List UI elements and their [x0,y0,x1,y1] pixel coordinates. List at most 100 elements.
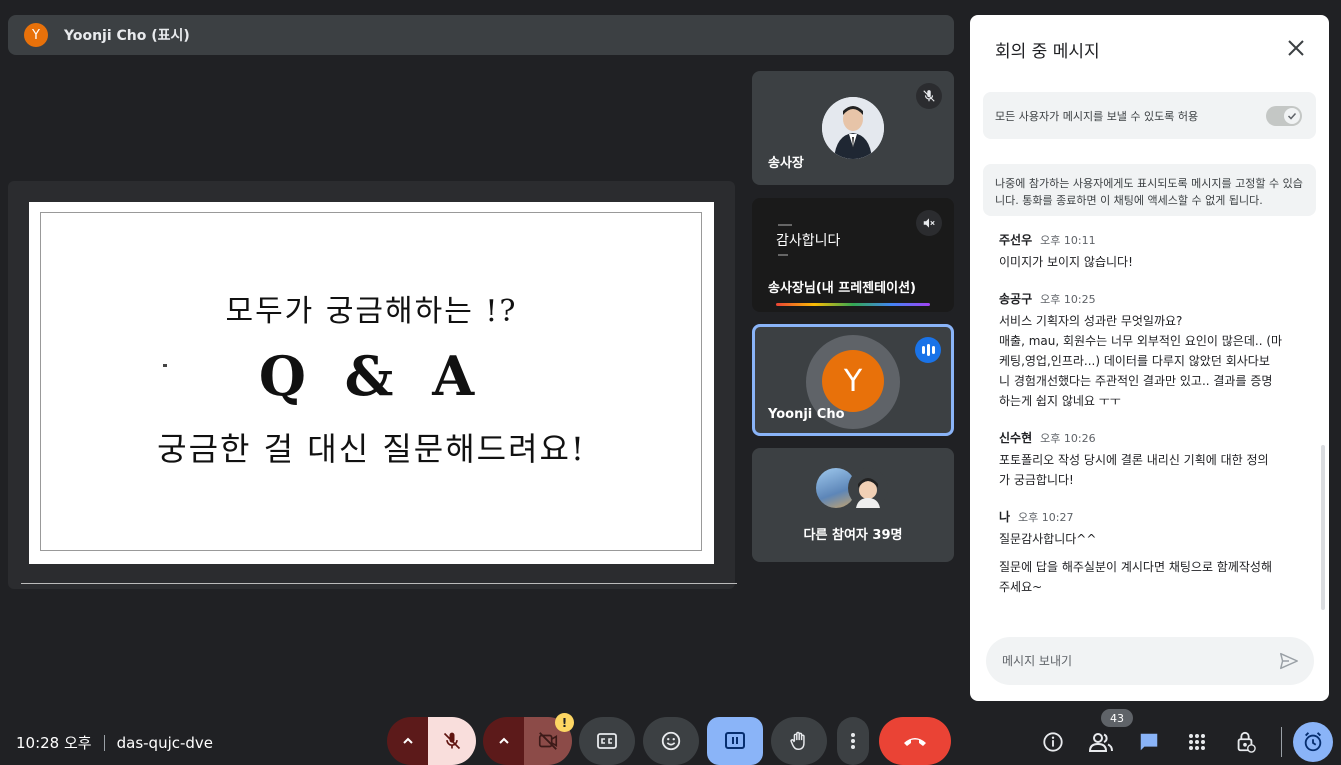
participant-photo [822,97,884,159]
captions-icon [597,733,617,749]
participant-tile-songsajang[interactable]: 송사장 [752,71,954,185]
presentation-slide: 모두가 궁금해하는 !? Q & A 궁금한 걸 대신 질문해드려요! [29,202,714,564]
leave-call-button[interactable] [879,717,951,765]
host-controls-icon [1237,731,1256,753]
message-time: 오후 10:27 [1018,511,1074,524]
participant-name: 송사장 [768,156,804,171]
message-text: 질문에 답을 해주실분이 계시다면 채팅으로 함께작성해 [999,560,1272,574]
message-text: 이미지가 보이지 않습니다! [999,255,1133,269]
pin-notice: 나중에 참가하는 사용자에게도 표시되도록 메시지를 고정할 수 있습니다. 통… [983,164,1316,216]
timer-icon [1304,732,1322,752]
slide-divider [21,583,737,584]
host-controls-button[interactable] [1232,729,1258,755]
meeting-info: 10:28 오후 das-qujc-dve [16,732,213,753]
info-icon [1043,732,1063,752]
mic-toggle-button[interactable] [428,717,476,765]
slide-line-1: 모두가 궁금해하는 !? [225,294,518,329]
apps-icon [1189,734,1205,750]
camera-options-button[interactable] [483,717,525,765]
other-participants-avatars [816,468,888,508]
chat-message: 나 오후 10:27 질문감사합니다^^ 질문에 답을 해주실분이 계시다면 채… [999,508,1299,597]
chat-message: 신수현 오후 10:26 포토폴리오 작성 당시에 결론 내리신 기획에 대한 … [999,429,1299,490]
people-button[interactable] [1088,729,1114,755]
close-icon[interactable] [1285,37,1307,59]
more-vert-icon [851,733,855,749]
chat-icon [1140,733,1158,751]
meeting-details-button[interactable] [1040,729,1066,755]
message-text: 주세요~ [999,580,1043,594]
chat-scrollbar[interactable] [1321,445,1325,610]
message-text: 서비스 기획자의 성과란 무엇일까요? [999,314,1183,328]
preview-text-line [778,254,788,256]
message-text: 매출, mau, 회원수는 너무 외부적인 요인이 많은데.. (마 [999,334,1283,348]
other-participants-label: 다른 참여자 39명 [803,528,903,543]
send-icon[interactable] [1278,650,1300,675]
presenter-name: Yoonji Cho (표시) [64,28,190,44]
allow-messages-label: 모든 사용자가 메시지를 보낼 수 있도록 허용 [995,109,1199,123]
toolbar-divider [1281,727,1282,757]
mic-off-icon [443,732,461,750]
participant-avatar: Y [822,350,884,412]
other-participants-tile[interactable]: 다른 참여자 39명 [752,448,954,562]
hand-icon [790,731,805,750]
slide-line-3: 궁금한 걸 대신 질문해드려요! [157,430,586,468]
chat-button[interactable] [1136,729,1162,755]
timer-button[interactable] [1293,722,1333,762]
allow-messages-toggle[interactable] [1266,106,1302,126]
presenter-avatar: Y [24,23,48,47]
participant-tile-presentation[interactable]: 감사합니다 송사장님(내 프레젠테이션) [752,198,954,312]
participant-name: Yoonji Cho [768,407,845,422]
participant-name: 송사장님(내 프레젠테이션) [768,281,916,296]
message-text: 니 경험개선했다는 주관적인 결과만 있고.. 결과를 증명 [999,374,1273,388]
presentation-preview-title: 감사합니다 [776,233,841,249]
check-icon [1284,108,1300,124]
message-text: 가 궁금합니다! [999,473,1074,487]
chat-panel: 회의 중 메시지 모든 사용자가 메시지를 보낼 수 있도록 허용 나중에 참가… [970,15,1329,701]
preview-text-line [778,224,792,226]
present-button[interactable] [707,717,763,765]
participant-count-badge: 43 [1101,709,1133,727]
meeting-code: das-qujc-dve [116,733,214,752]
reactions-button[interactable] [643,717,699,765]
present-icon [725,732,745,749]
message-text: 하는게 쉽지 않네요 ㅜㅜ [999,394,1121,408]
message-input[interactable] [1002,654,1262,668]
call-end-icon [904,738,926,746]
chevron-up-icon [499,737,509,744]
message-sender: 신수현 [999,431,1033,445]
camera-off-icon [538,732,558,750]
presenter-bar[interactable]: Y Yoonji Cho (표시) [8,15,954,55]
slide-line-2: Q & A [258,344,485,408]
message-text: 케팅,영업,인프라...) 데이터를 다루지 않았던 회사다보 [999,354,1270,368]
message-time: 오후 10:26 [1040,432,1096,445]
people-icon [1089,733,1113,752]
message-time: 오후 10:25 [1040,293,1096,306]
presentation-indicator-bar [776,303,930,306]
message-sender: 나 [999,510,1011,524]
current-time: 10:28 오후 [16,734,92,752]
captions-button[interactable] [579,717,635,765]
participant-avatar [848,468,888,508]
message-list: 주선우 오후 10:11 이미지가 보이지 않습니다! 송공구 오후 10:25… [999,231,1299,613]
message-time: 오후 10:11 [1040,234,1096,247]
speaking-icon [915,337,941,363]
mic-options-button[interactable] [387,717,429,765]
message-text: 포토폴리오 작성 당시에 결론 내리신 기획에 대한 정의 [999,453,1269,467]
more-options-button[interactable] [837,717,869,765]
chevron-up-icon [403,737,413,744]
presentation-stage: 모두가 궁금해하는 !? Q & A 궁금한 걸 대신 질문해드려요! [8,181,737,589]
chat-message: 송공구 오후 10:25 서비스 기획자의 성과란 무엇일까요? 매출, mau… [999,290,1299,411]
allow-messages-setting: 모든 사용자가 메시지를 보낼 수 있도록 허용 [983,92,1316,139]
activities-button[interactable] [1184,729,1210,755]
mic-off-icon [916,83,942,109]
emoji-icon [661,731,681,751]
chat-panel-title: 회의 중 메시지 [995,42,1100,62]
participant-tile-yoonji[interactable]: Y Yoonji Cho [752,324,954,436]
audio-off-icon [916,210,942,236]
message-sender: 송공구 [999,292,1033,306]
raise-hand-button[interactable] [771,717,827,765]
chat-message: 주선우 오후 10:11 이미지가 보이지 않습니다! [999,231,1299,272]
camera-warning-badge: ! [555,713,574,732]
message-sender: 주선우 [999,233,1033,247]
message-compose [986,637,1314,685]
